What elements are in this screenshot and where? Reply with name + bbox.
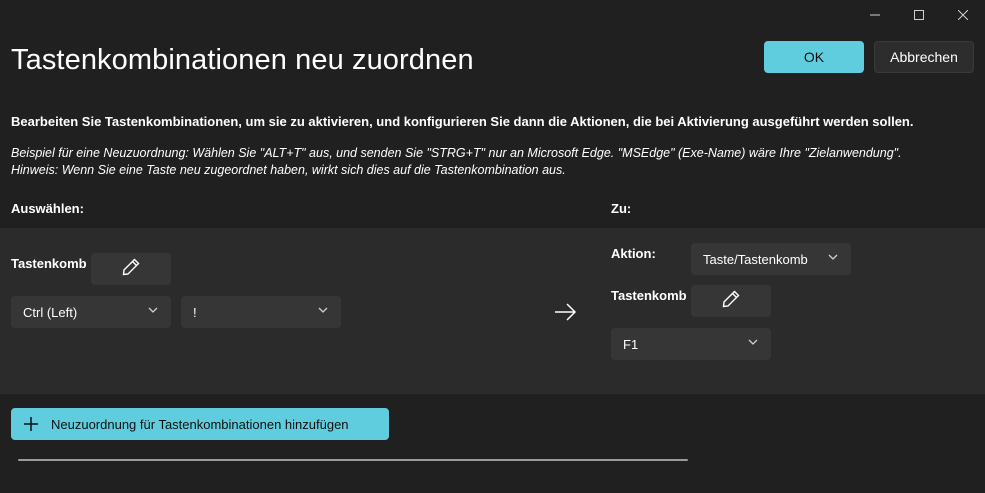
source-shortcut-label: Tastenkomb — [11, 256, 87, 271]
example-text: Beispiel für eine Neuzuordnung: Wählen S… — [11, 145, 902, 179]
add-button-label: Neuzuordnung für Tastenkombinationen hin… — [51, 416, 349, 432]
example-line: Beispiel für eine Neuzuordnung: Wählen S… — [11, 146, 902, 160]
ok-button[interactable]: OK — [764, 41, 864, 73]
source-key2-value: ! — [193, 304, 197, 320]
arrow-right-icon — [553, 300, 577, 329]
source-edit-button[interactable] — [91, 253, 171, 285]
titlebar-controls — [853, 0, 985, 30]
target-key1-value: F1 — [623, 336, 639, 352]
pencil-icon — [721, 289, 741, 314]
action-type-dropdown[interactable]: Taste/Tastenkomb — [691, 243, 851, 275]
chevron-down-icon — [317, 304, 329, 319]
chevron-down-icon — [827, 251, 839, 266]
source-key1-value: Ctrl (Left) — [23, 304, 78, 320]
maximize-icon[interactable] — [897, 0, 941, 30]
action-type-value: Taste/Tastenkomb — [703, 251, 808, 267]
target-key1-dropdown[interactable]: F1 — [611, 328, 771, 360]
plus-icon — [23, 416, 39, 432]
pencil-icon — [121, 257, 141, 282]
chevron-down-icon — [147, 304, 159, 319]
description-text: Bearbeiten Sie Tastenkombinationen, um s… — [11, 114, 914, 129]
minimize-icon[interactable] — [853, 0, 897, 30]
to-column-header: Zu: — [611, 201, 632, 216]
hint-line: Hinweis: Wenn Sie eine Taste neu zugeord… — [11, 163, 566, 177]
close-icon[interactable] — [941, 0, 985, 30]
select-column-header: Auswählen: — [11, 201, 84, 216]
add-shortcut-remap-button[interactable]: Neuzuordnung für Tastenkombinationen hin… — [11, 408, 389, 440]
source-key1-dropdown[interactable]: Ctrl (Left) — [11, 296, 171, 328]
cancel-button[interactable]: Abbrechen — [874, 41, 974, 73]
target-shortcut-label: Tastenkomb — [611, 288, 687, 303]
chevron-down-icon — [747, 336, 759, 351]
action-label: Aktion: — [611, 246, 656, 261]
target-edit-button[interactable] — [691, 285, 771, 317]
page-title: Tastenkombinationen neu zuordnen — [11, 44, 474, 76]
horizontal-scrollbar[interactable] — [18, 459, 688, 461]
remap-shortcuts-window: Tastenkombinationen neu zuordnen OK Abbr… — [0, 0, 985, 493]
source-key2-dropdown[interactable]: ! — [181, 296, 341, 328]
